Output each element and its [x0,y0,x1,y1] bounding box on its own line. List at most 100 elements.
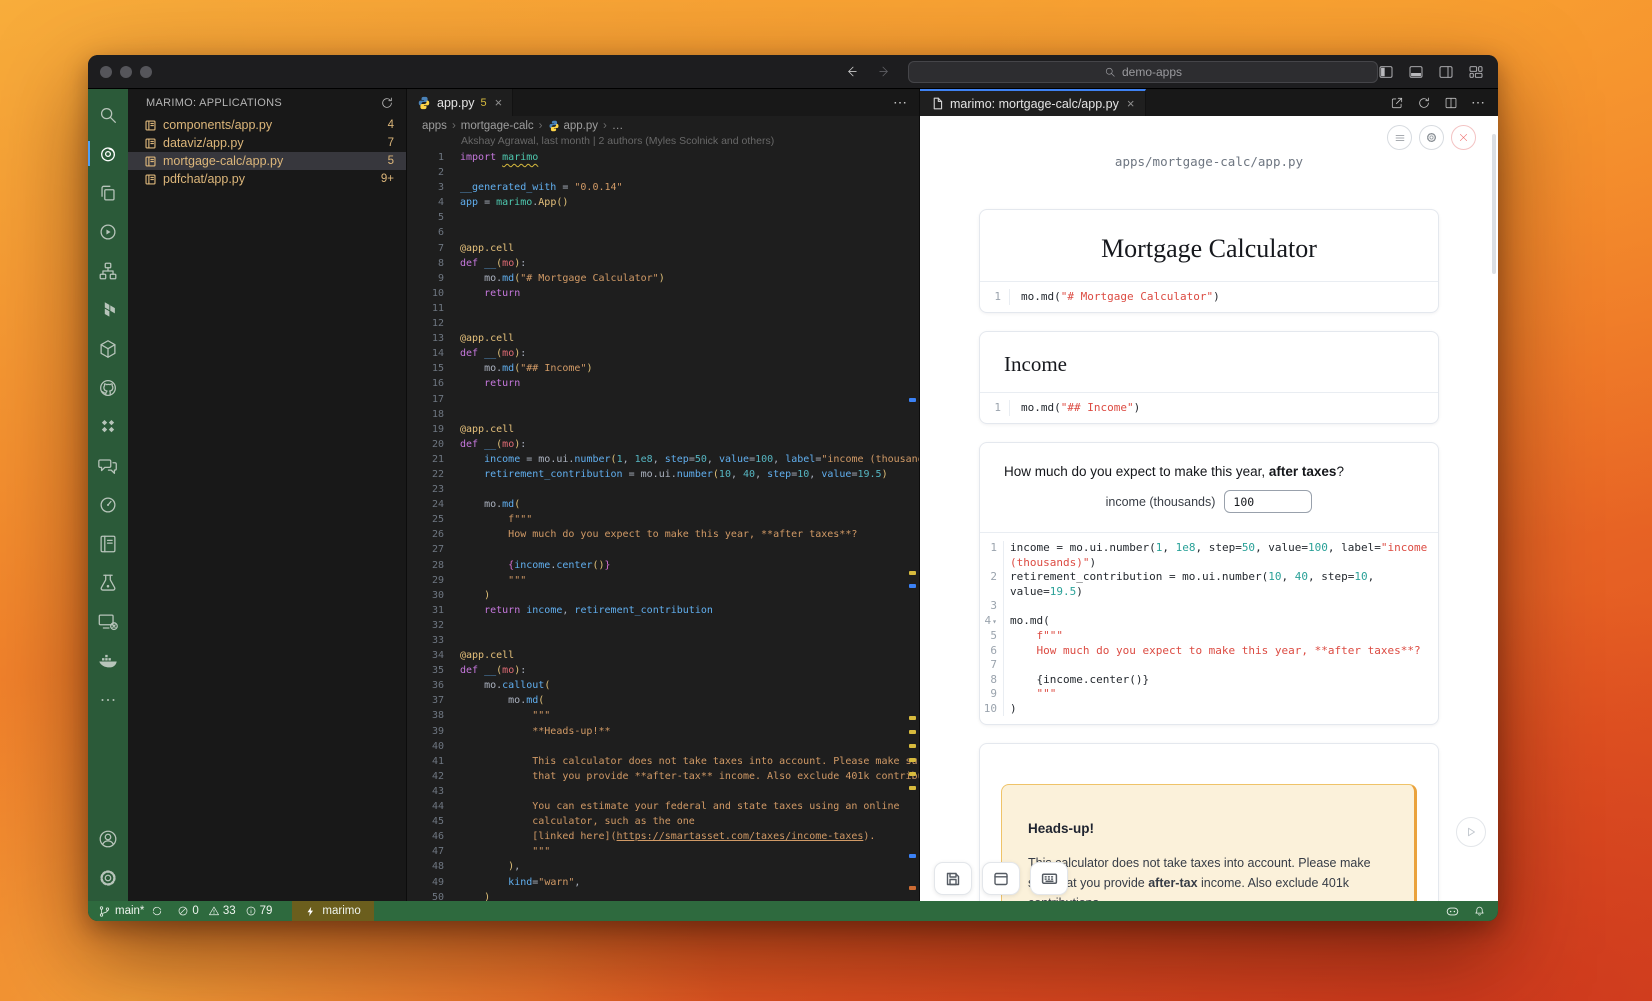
breadcrumb[interactable]: apps›mortgage-calc›app.py›… [407,116,919,135]
ruler-mark [909,571,916,575]
toggle-sidebar-icon[interactable] [1378,64,1394,80]
ruler-mark [909,744,916,748]
account-icon [97,828,119,850]
comments-icon [97,455,119,477]
split-editor-icon[interactable] [1444,96,1458,110]
notebook-icon [97,533,119,555]
activity-bar-item-package[interactable] [88,329,128,368]
cell-code-line: 6 How much do you expect to make this ye… [980,644,1438,659]
problems-item[interactable]: 0 33 79 [177,905,278,917]
cell-code[interactable]: 1mo.md("## Income") [980,392,1438,423]
ruler-mark [909,758,916,762]
copilot-icon[interactable] [1445,904,1460,919]
tab-app-py[interactable]: app.py 5 × [407,89,513,116]
overview-ruler[interactable] [905,116,919,901]
activity-bar-item-remote-monitor[interactable] [88,602,128,641]
code-line: 25 f""" [407,512,919,527]
breadcrumb-item[interactable]: app.py [548,120,599,132]
activity-bar-item-search[interactable] [88,95,128,134]
code-line: 31 return income, retirement_contributio… [407,603,919,618]
app-settings-button[interactable] [1419,125,1444,150]
file-item-pdfchat/app.py[interactable]: pdfchat/app.py9+ [128,170,406,188]
problem-badge: 4 [388,119,394,131]
activity-bar-item-more[interactable] [88,680,128,719]
shutdown-button[interactable] [1451,125,1476,150]
hamburger-icon [1394,132,1406,144]
sidebar-header: MARIMO: APPLICATIONS [128,89,406,116]
file-item-components/app.py[interactable]: components/app.py4 [128,116,406,134]
bell-icon[interactable] [1473,905,1486,918]
git-branch-item[interactable]: main* [98,905,163,918]
notebook-file-icon [144,119,157,132]
code-line: 14def __(mo): [407,346,919,361]
activity-bar-item-github[interactable] [88,368,128,407]
activity-bar-item-tests[interactable] [88,563,128,602]
minimize-window-button[interactable] [120,66,132,78]
activity-bar-item-docker[interactable] [88,641,128,680]
open-external-icon[interactable] [1390,96,1404,110]
file-item-dataviz/app.py[interactable]: dataviz/app.py7 [128,134,406,152]
close-tab-icon[interactable]: × [495,95,503,110]
activity-bar-item-account[interactable] [88,819,128,858]
cell-code-line: 3 [980,599,1438,614]
activity-bar-item-comments[interactable] [88,446,128,485]
activity-bar-item-run[interactable] [88,212,128,251]
refresh-icon[interactable] [380,96,394,110]
breadcrumb-item[interactable]: … [612,120,624,132]
zoom-window-button[interactable] [140,66,152,78]
webview-more-icon[interactable]: ⋯ [1471,94,1485,111]
tab-label: app.py [437,96,475,110]
command-center-search[interactable]: demo-apps [908,61,1378,83]
code-line: 45 calculator, such as the one [407,814,919,829]
tab-marimo-webview[interactable]: marimo: mortgage-calc/app.py × [920,89,1146,116]
reload-icon[interactable] [1417,96,1431,110]
toggle-secondary-sidebar-icon[interactable] [1438,64,1454,80]
code-line: 35def __(mo): [407,663,919,678]
close-window-button[interactable] [100,66,112,78]
back-icon[interactable] [844,64,859,79]
cell-code-block[interactable]: 1income = mo.ui.number(1, 1e8, step=50, … [980,532,1438,724]
cell-code[interactable]: 1mo.md("# Mortgage Calculator") [980,281,1438,312]
marimo-status-item[interactable]: marimo [292,901,373,921]
code-line: 48 ), [407,859,919,874]
python-icon [548,120,560,132]
activity-bar-item-marimo[interactable] [88,134,128,173]
ruler-mark [909,772,916,776]
code-line: 34@app.cell [407,648,919,663]
org-chart-icon [97,260,119,282]
file-item-mortgage-calc/app.py[interactable]: mortgage-calc/app.py5 [128,152,406,170]
breadcrumb-item[interactable]: apps [422,120,447,132]
callout-title: Heads-up! [1028,821,1388,836]
traffic-lights[interactable] [88,66,166,78]
activity-bar-item-notebook[interactable] [88,524,128,563]
customize-layout-icon[interactable] [1468,64,1484,80]
ruler-mark [909,786,916,790]
save-button[interactable] [934,862,972,895]
code-line: 10 return [407,286,919,301]
activity-bar-item-copy[interactable] [88,173,128,212]
activity-bar-item-terraform[interactable] [88,290,128,329]
scrollbar[interactable] [1492,134,1496,274]
code-editor[interactable]: 1import marimo23__generated_with = "0.0.… [407,150,919,901]
editor-actions-more-icon[interactable]: ⋯ [893,94,907,111]
toggle-panel-icon[interactable] [1408,64,1424,80]
income-input[interactable] [1224,490,1312,513]
shortcuts-button[interactable] [1030,862,1068,895]
forward-icon[interactable] [877,64,892,79]
open-window-button[interactable] [982,862,1020,895]
activity-bar-item-gauge[interactable] [88,485,128,524]
activity-bar-item-org-chart[interactable] [88,251,128,290]
activity-bar-item-settings[interactable] [88,858,128,897]
cell-code-line: 4▾mo.md( [980,614,1438,630]
run-button[interactable] [1456,817,1486,847]
search-text: demo-apps [1122,65,1182,79]
close-webview-tab-icon[interactable]: × [1127,96,1135,111]
callout-paragraph: This calculator does not take taxes into… [1028,853,1388,901]
code-line: 27 [407,542,919,557]
code-line: 37 mo.md( [407,693,919,708]
menu-button[interactable] [1387,125,1412,150]
code-line: 36 mo.callout( [407,678,919,693]
activity-bar-item-diamonds[interactable] [88,407,128,446]
breadcrumb-item[interactable]: mortgage-calc [461,120,534,132]
marimo-preview: apps/mortgage-calc/app.py Mortgage Calcu… [920,116,1498,901]
